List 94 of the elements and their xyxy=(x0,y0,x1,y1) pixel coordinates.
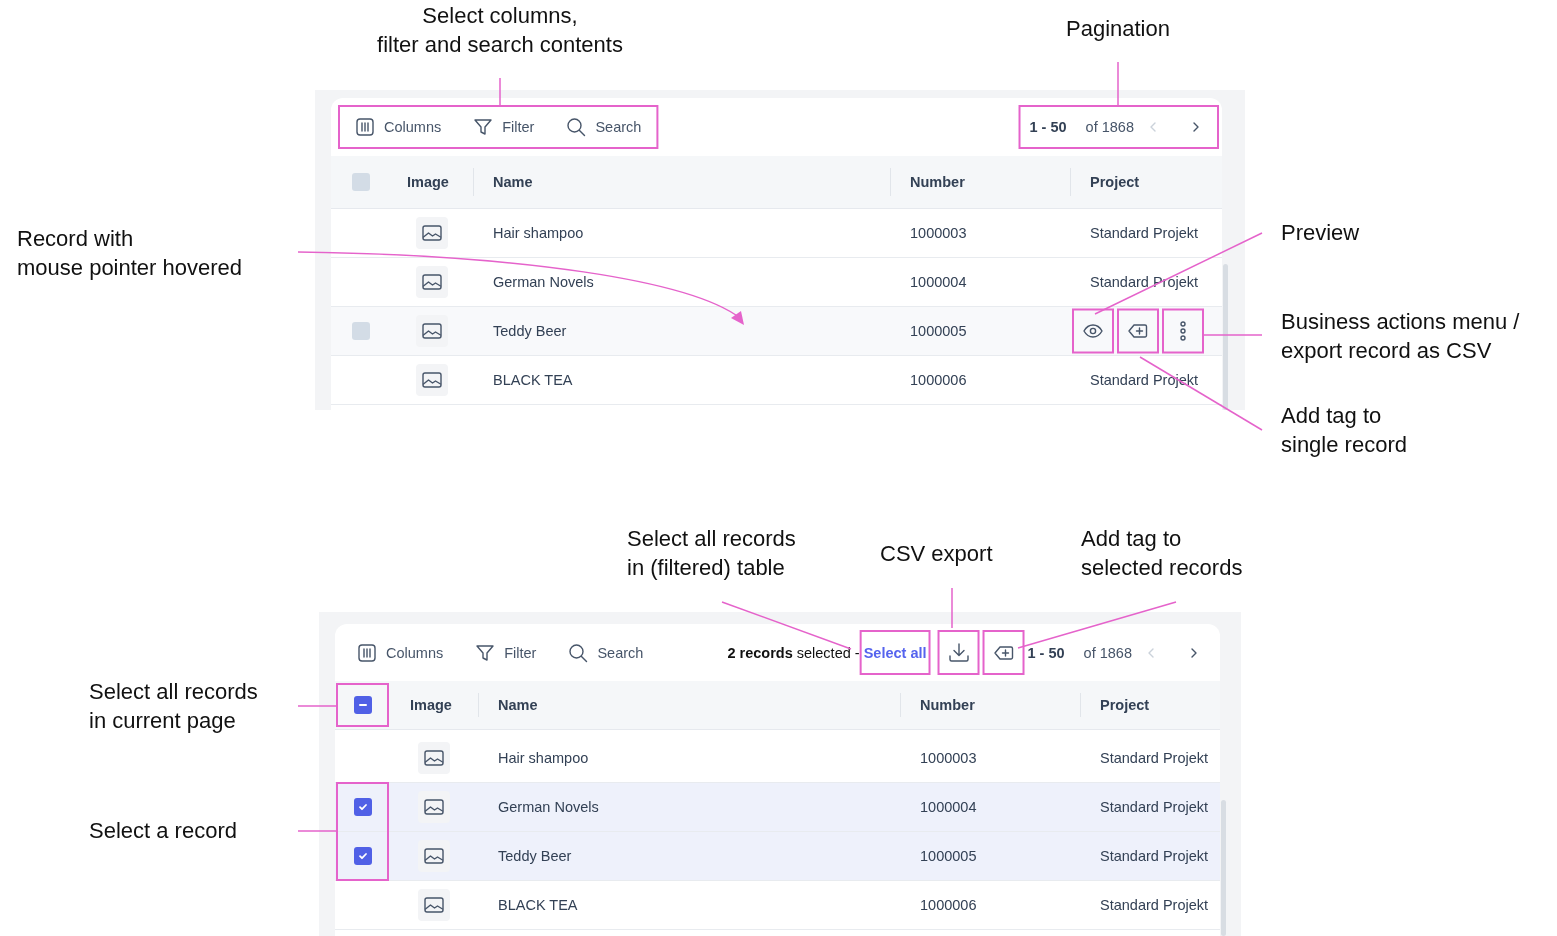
search-icon xyxy=(566,117,587,137)
preview-icon[interactable] xyxy=(1083,323,1103,339)
check-icon xyxy=(357,851,368,861)
table-row[interactable]: German Novels 1000004 Standard Projekt xyxy=(335,783,1220,832)
table-cell-text: 1000005 xyxy=(909,322,968,341)
annotation-label: Preview xyxy=(1281,219,1360,247)
column-header[interactable]: Project xyxy=(1070,156,1222,208)
image-icon xyxy=(415,364,448,396)
selection-count: 2 records selected - xyxy=(727,644,860,661)
toolbar-button[interactable]: Filter xyxy=(473,117,535,137)
page-total: of 1868 xyxy=(1085,119,1134,135)
highlight-frame xyxy=(859,630,931,675)
checkbox[interactable] xyxy=(351,173,370,191)
column-header[interactable]: Number xyxy=(900,681,1080,729)
table-cell-text: Teddy Beer xyxy=(492,322,568,341)
table-cell-text: 1000003 xyxy=(919,749,978,768)
page-range: 1 - 50 xyxy=(1029,119,1067,135)
table-cell-text: 1000006 xyxy=(909,371,968,390)
table-cell-text: German Novels xyxy=(492,273,595,292)
checkbox[interactable] xyxy=(353,847,372,865)
column-header[interactable]: Project xyxy=(1080,681,1215,729)
highlight-frame xyxy=(1072,308,1114,354)
more-icon[interactable] xyxy=(1179,321,1187,341)
annotation-label: CSV export xyxy=(880,540,993,568)
toolbar-button[interactable]: Filter xyxy=(475,642,537,663)
tag-add-icon[interactable] xyxy=(1128,323,1148,339)
column-header[interactable]: Image xyxy=(390,681,478,729)
annotation-label: Record with mouse pointer hovered xyxy=(17,225,243,282)
download-icon[interactable] xyxy=(947,641,970,664)
page-range: 1 - 50 xyxy=(1027,644,1065,661)
highlight-frame xyxy=(982,630,1025,675)
image-icon xyxy=(418,742,450,774)
column-header[interactable]: Name xyxy=(478,681,900,729)
table-row[interactable]: Teddy Beer 1000005 Standard Projekt xyxy=(335,832,1220,881)
leader-line xyxy=(297,705,339,707)
toolbar-button[interactable]: Columns xyxy=(355,117,442,137)
toolbar-button[interactable]: Columns xyxy=(357,642,444,663)
columns-icon xyxy=(355,117,375,137)
leader-line xyxy=(1202,334,1263,336)
table-cell-text: 1000004 xyxy=(919,798,978,817)
columns-icon xyxy=(357,642,377,663)
leader-line xyxy=(499,77,501,106)
checkbox[interactable] xyxy=(351,322,370,340)
leader-line xyxy=(297,830,339,832)
annotation-label: Add tag to single record xyxy=(1281,402,1407,459)
annotation-label: Select all records in current page xyxy=(89,678,258,735)
table-cell-text: 1000005 xyxy=(919,847,978,866)
table-cell-text: BLACK TEA xyxy=(492,371,574,390)
image-icon xyxy=(415,266,448,298)
scrollbar[interactable] xyxy=(1223,264,1228,410)
leader-line xyxy=(951,587,953,629)
table-cell-text: 1000003 xyxy=(909,224,968,243)
filter-icon xyxy=(475,642,496,663)
table-cell-text: Standard Projekt xyxy=(1099,798,1209,817)
highlight-frame xyxy=(937,630,980,675)
scrollbar[interactable] xyxy=(1221,800,1226,936)
page-total: of 1868 xyxy=(1083,644,1132,661)
table-cell-text: Standard Projekt xyxy=(1099,749,1209,768)
table-row[interactable]: Teddy Beer 1000005 xyxy=(331,307,1222,356)
table-cell-text: Hair shampoo xyxy=(497,749,590,768)
table-cell-text: German Novels xyxy=(497,798,600,817)
table-cell-text: Standard Projekt xyxy=(1099,847,1209,866)
check-icon xyxy=(357,802,368,812)
highlight-frame xyxy=(1117,308,1159,354)
filter-icon xyxy=(473,117,494,137)
toolbar-button[interactable]: Search xyxy=(566,117,642,137)
image-icon xyxy=(418,889,450,921)
column-header[interactable]: Name xyxy=(473,156,890,208)
toolbar-button[interactable]: Search xyxy=(568,642,644,663)
table-row[interactable]: BLACK TEA 1000006 Standard Projekt xyxy=(335,881,1220,930)
search-icon xyxy=(568,642,589,663)
annotation-label: Select all records in (filtered) table xyxy=(627,525,796,582)
table-cell-text: BLACK TEA xyxy=(497,896,579,915)
annotation-label: Add tag to selected records xyxy=(1081,525,1243,582)
annotation-label: Select columns, filter and search contents xyxy=(376,2,624,59)
highlight-frame xyxy=(336,683,389,727)
column-header[interactable]: Image xyxy=(390,156,473,208)
leader-line xyxy=(1117,61,1119,107)
column-header[interactable]: Number xyxy=(890,156,1070,208)
annotation-label: Pagination xyxy=(1065,15,1171,43)
checkbox[interactable] xyxy=(353,696,372,714)
table-cell-text: 1000004 xyxy=(909,273,968,292)
highlight-frame xyxy=(1162,308,1204,354)
annotation-label: Business actions menu / export record as CSV xyxy=(1281,308,1520,365)
tag-add-icon[interactable] xyxy=(993,644,1014,661)
table-cell-text: Teddy Beer xyxy=(497,847,573,866)
table-cell-text: Standard Projekt xyxy=(1099,896,1209,915)
table-row[interactable]: Hair shampoo 1000003 Standard Projekt xyxy=(331,209,1222,258)
table-cell-text: Hair shampoo xyxy=(492,224,585,243)
table-cell-text: 1000006 xyxy=(919,896,978,915)
table-cell-text: Standard Projekt xyxy=(1089,224,1199,243)
annotation-label: Select a record xyxy=(89,817,237,845)
image-icon xyxy=(415,217,448,249)
checkbox[interactable] xyxy=(353,798,372,816)
